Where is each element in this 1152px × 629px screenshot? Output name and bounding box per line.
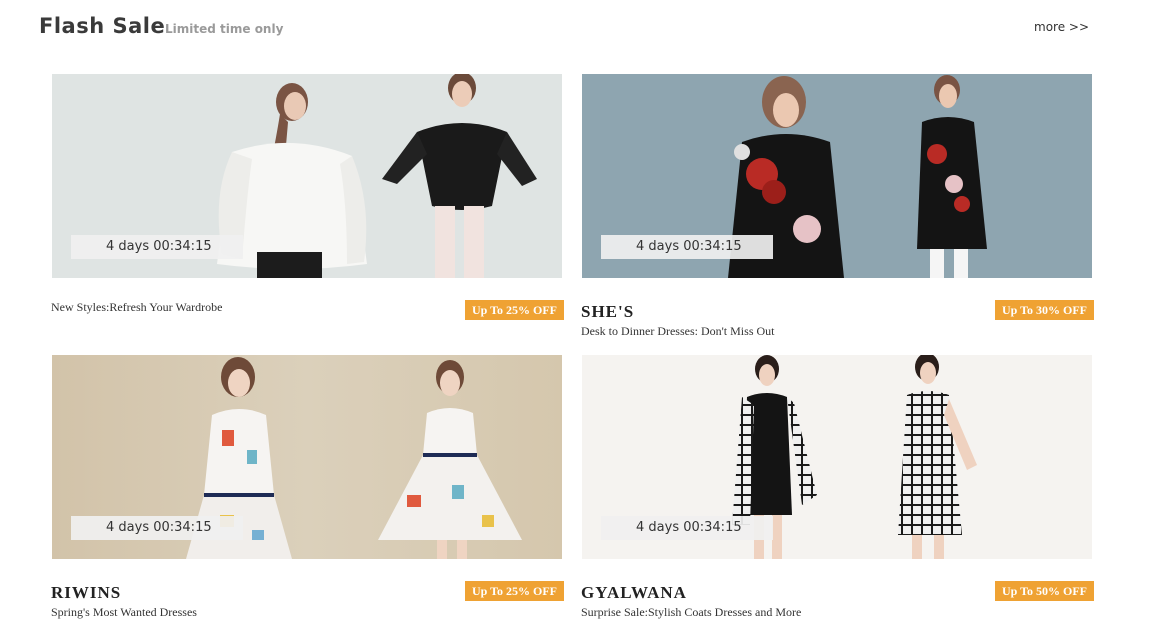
section-subtitle: Limited time only bbox=[165, 22, 284, 36]
brand-name[interactable]: SHE'S bbox=[581, 302, 634, 322]
flash-sale-section: Flash Sale Limited time only more >> 4 d… bbox=[0, 0, 1152, 629]
countdown-timer: 4 days 00:34:15 bbox=[601, 516, 773, 540]
countdown-timer: 4 days 00:34:15 bbox=[601, 235, 773, 259]
card-description[interactable]: Spring's Most Wanted Dresses bbox=[51, 605, 197, 620]
discount-badge[interactable]: Up To 25% OFF bbox=[465, 581, 564, 601]
countdown-timer: 4 days 00:34:15 bbox=[71, 235, 243, 259]
discount-badge[interactable]: Up To 30% OFF bbox=[995, 300, 1094, 320]
card-description[interactable]: Desk to Dinner Dresses: Don't Miss Out bbox=[581, 324, 774, 339]
sale-card: 4 days 00:34:15 RIWINS Spring's Most Wan… bbox=[51, 355, 564, 625]
sale-card: 4 days 00:34:15 SHE'S Desk to Dinner Dre… bbox=[581, 74, 1094, 344]
brand-name[interactable]: GYALWANA bbox=[581, 583, 687, 603]
discount-badge[interactable]: Up To 50% OFF bbox=[995, 581, 1094, 601]
card-description[interactable]: Surprise Sale:Stylish Coats Dresses and … bbox=[581, 605, 801, 620]
section-title: Flash Sale bbox=[39, 14, 166, 38]
sale-card: 4 days 00:34:15 New Styles:Refresh Your … bbox=[51, 74, 564, 344]
countdown-timer: 4 days 00:34:15 bbox=[71, 516, 243, 540]
card-description[interactable]: New Styles:Refresh Your Wardrobe bbox=[51, 300, 222, 315]
brand-name[interactable]: RIWINS bbox=[51, 583, 121, 603]
more-link[interactable]: more >> bbox=[1034, 20, 1089, 34]
sale-card: 4 days 00:34:15 GYALWANA Surprise Sale:S… bbox=[581, 355, 1094, 625]
discount-badge[interactable]: Up To 25% OFF bbox=[465, 300, 564, 320]
